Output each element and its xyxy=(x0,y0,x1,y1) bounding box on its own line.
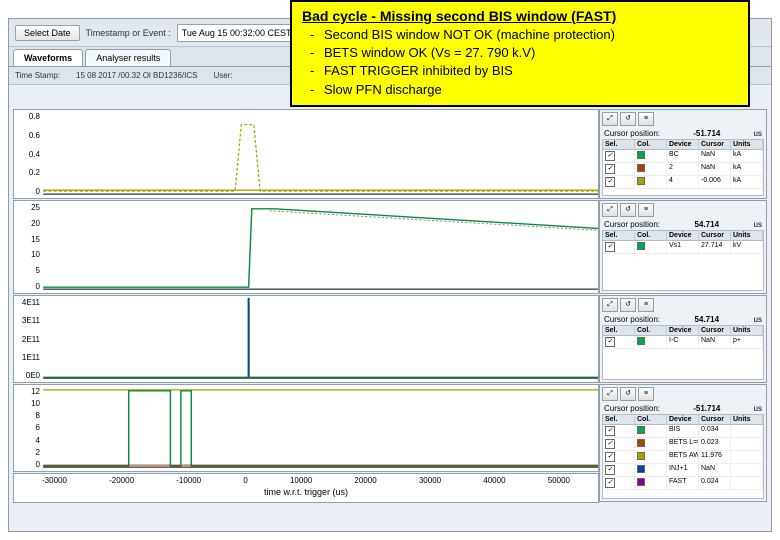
options-icon[interactable]: ≡ xyxy=(638,387,654,401)
options-icon[interactable]: ≡ xyxy=(638,298,654,312)
y-axis-1: 0.80.60.40.20 xyxy=(16,110,40,198)
annotation-note: Bad cycle - Missing second BIS window (F… xyxy=(290,0,750,107)
timestamp-field-label: Time Stamp: xyxy=(15,71,60,80)
reset-icon[interactable]: ↺ xyxy=(620,387,636,401)
note-item: FAST TRIGGER inhibited by BIS xyxy=(310,62,738,80)
legend-panel-1: ⤢↺≡ Cursor position:-51.714us Sel.Col.De… xyxy=(599,109,767,199)
x-axis-label: time w.r.t. trigger (us) xyxy=(14,487,598,497)
y-axis-2: 2520151050 xyxy=(16,201,40,293)
note-title: Bad cycle - Missing second BIS window (F… xyxy=(302,8,738,24)
plot-column: 0.80.60.40.20 2520151050 xyxy=(13,109,599,527)
options-icon[interactable]: ≡ xyxy=(638,112,654,126)
legend-column: ⤢↺≡ Cursor position:-51.714us Sel.Col.De… xyxy=(599,109,767,527)
options-icon[interactable]: ≡ xyxy=(638,203,654,217)
user-field-label: User: xyxy=(213,71,232,80)
y-axis-3: 4E113E112E111E110E0 xyxy=(16,296,40,382)
note-list: Second BIS window NOT OK (machine protec… xyxy=(302,26,738,99)
zoom-icon[interactable]: ⤢ xyxy=(602,203,618,217)
tab-analyser[interactable]: Analyser results xyxy=(85,49,171,66)
zoom-icon[interactable]: ⤢ xyxy=(602,112,618,126)
legend-table-4[interactable]: Sel.Col.DeviceCursorUnits ✓BIS0.034 ✓BET… xyxy=(602,414,764,499)
reset-icon[interactable]: ↺ xyxy=(620,298,636,312)
legend-table-3[interactable]: Sel.Col.DeviceCursorUnits ✓I-CNaNp+ xyxy=(602,325,764,380)
note-item: Slow PFN discharge xyxy=(310,81,738,99)
chart-intensity[interactable]: 4E113E112E111E110E0 xyxy=(13,295,599,383)
legend-table-1[interactable]: Sel.Col.DeviceCursorUnits ✓BCNaNkA ✓2NaN… xyxy=(602,139,764,196)
select-date-button[interactable]: Select Date xyxy=(15,25,80,41)
zoom-icon[interactable]: ⤢ xyxy=(602,387,618,401)
x-axis: -30000-20000-100000100002000030000400005… xyxy=(13,473,599,503)
timestamp-value: 15 08 2017 /00.32 Ol BD1236/ICS xyxy=(76,71,197,80)
reset-icon[interactable]: ↺ xyxy=(620,112,636,126)
zoom-icon[interactable]: ⤢ xyxy=(602,298,618,312)
y-axis-4: 121086420 xyxy=(16,385,40,471)
plot-area: 0.80.60.40.20 2520151050 xyxy=(13,109,767,527)
chart-timing[interactable]: 121086420 xyxy=(13,384,599,472)
legend-table-2[interactable]: Sel.Col.DeviceCursorUnits ✓Vs127.714kV xyxy=(602,230,764,291)
legend-panel-3: ⤢↺≡ Cursor position:54.714us Sel.Col.Dev… xyxy=(599,295,767,383)
note-item: Second BIS window NOT OK (machine protec… xyxy=(310,26,738,44)
reset-icon[interactable]: ↺ xyxy=(620,203,636,217)
tab-waveforms[interactable]: Waveforms xyxy=(13,49,83,66)
legend-panel-2: ⤢↺≡ Cursor position:54.714us Sel.Col.Dev… xyxy=(599,200,767,294)
chart-voltage[interactable]: 2520151050 xyxy=(13,200,599,294)
timestamp-label: Timestamp or Event : xyxy=(86,28,171,38)
legend-panel-4: ⤢↺≡ Cursor position:-51.714us Sel.Col.De… xyxy=(599,384,767,502)
note-item: BETS window OK (Vs = 27. 790 k.V) xyxy=(310,44,738,62)
chart-kicker-current[interactable]: 0.80.60.40.20 xyxy=(13,109,599,199)
